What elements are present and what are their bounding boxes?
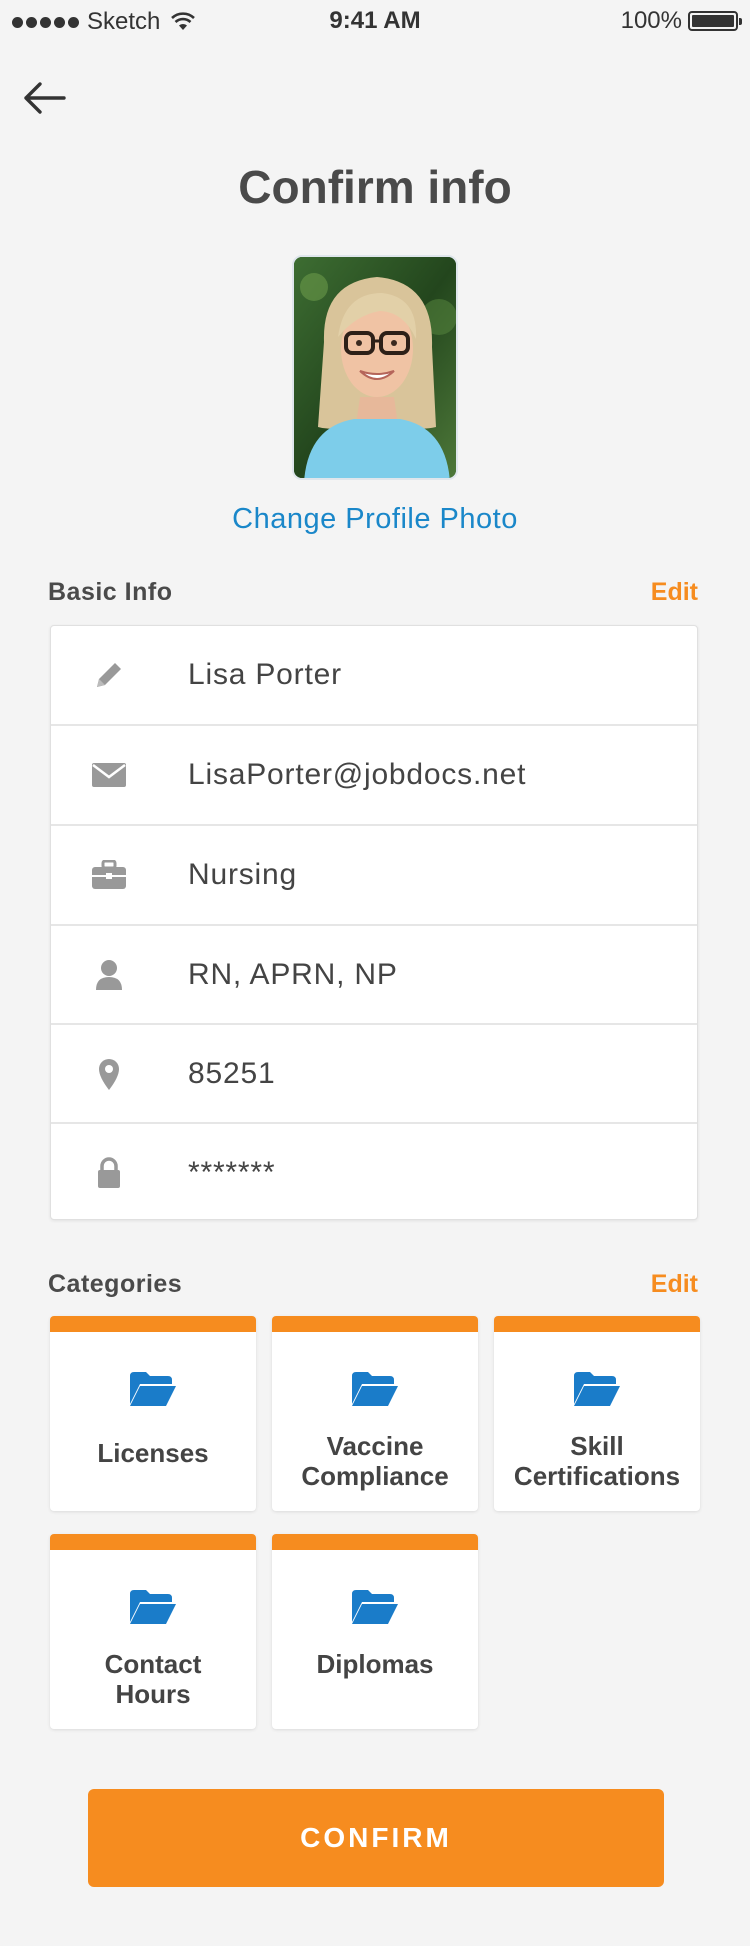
zip-value: 85251 bbox=[188, 1056, 276, 1090]
map-pin-icon bbox=[91, 1056, 127, 1092]
categories-header: Categories Edit bbox=[48, 1270, 698, 1306]
email-value: LisaPorter@jobdocs.net bbox=[188, 758, 527, 791]
status-right: 100% bbox=[620, 7, 742, 35]
category-accent-bar bbox=[272, 1534, 478, 1550]
password-value: ******* bbox=[188, 1155, 276, 1189]
pencil-icon bbox=[91, 657, 127, 693]
info-row-profession[interactable]: Nursing bbox=[51, 826, 697, 926]
change-profile-photo-link[interactable]: Change Profile Photo bbox=[0, 503, 750, 536]
status-bar: Sketch 9:41 AM 100% bbox=[0, 0, 750, 40]
back-button[interactable] bbox=[20, 78, 70, 118]
confirm-button[interactable]: CONFIRM bbox=[88, 1789, 664, 1887]
category-contact-hours[interactable]: Contact Hours bbox=[50, 1534, 256, 1729]
arrow-left-icon bbox=[24, 82, 66, 114]
category-accent-bar bbox=[50, 1534, 256, 1550]
info-row-credentials[interactable]: RN, APRN, NP bbox=[51, 926, 697, 1025]
page-title: Confirm info bbox=[238, 161, 512, 213]
folder-open-icon bbox=[574, 1372, 620, 1406]
credentials-value: RN, APRN, NP bbox=[188, 957, 398, 991]
category-label: Licenses bbox=[97, 1438, 209, 1468]
category-accent-bar bbox=[50, 1316, 256, 1332]
briefcase-icon bbox=[91, 857, 127, 893]
info-row-name[interactable]: Lisa Porter bbox=[51, 626, 697, 726]
category-accent-bar bbox=[494, 1316, 700, 1332]
envelope-icon bbox=[91, 757, 127, 793]
folder-open-icon bbox=[130, 1590, 176, 1624]
battery-percent: 100% bbox=[620, 7, 682, 34]
folder-open-icon bbox=[130, 1372, 176, 1406]
profile-photo bbox=[294, 257, 456, 478]
category-skill-certifications[interactable]: Skill Certifications bbox=[494, 1316, 700, 1511]
basic-info-edit-button[interactable]: Edit bbox=[651, 578, 698, 607]
avatar[interactable] bbox=[292, 255, 458, 480]
category-licenses[interactable]: Licenses bbox=[50, 1316, 256, 1511]
category-vaccine-compliance[interactable]: Vaccine Compliance bbox=[272, 1316, 478, 1511]
category-label: Contact Hours bbox=[104, 1649, 202, 1709]
basic-info-card: Lisa Porter LisaPorter@jobdocs.net Nursi… bbox=[50, 625, 698, 1220]
lock-icon bbox=[91, 1155, 127, 1191]
battery-icon bbox=[688, 11, 742, 31]
info-row-password[interactable]: ******* bbox=[51, 1124, 697, 1221]
category-label: Diplomas bbox=[316, 1649, 434, 1679]
info-row-email[interactable]: LisaPorter@jobdocs.net bbox=[51, 726, 697, 826]
name-value: Lisa Porter bbox=[188, 658, 342, 691]
person-icon bbox=[91, 957, 127, 993]
basic-info-title: Basic Info bbox=[48, 578, 173, 606]
info-row-zip[interactable]: 85251 bbox=[51, 1025, 697, 1124]
categories-edit-button[interactable]: Edit bbox=[651, 1270, 698, 1299]
basic-info-header: Basic Info Edit bbox=[48, 578, 698, 614]
folder-open-icon bbox=[352, 1372, 398, 1406]
category-label: Skill Certifications bbox=[513, 1431, 681, 1491]
category-label: Vaccine Compliance bbox=[301, 1431, 449, 1491]
folder-open-icon bbox=[352, 1590, 398, 1624]
categories-title: Categories bbox=[48, 1270, 183, 1298]
category-accent-bar bbox=[272, 1316, 478, 1332]
category-diplomas[interactable]: Diplomas bbox=[272, 1534, 478, 1729]
profession-value: Nursing bbox=[188, 858, 297, 891]
